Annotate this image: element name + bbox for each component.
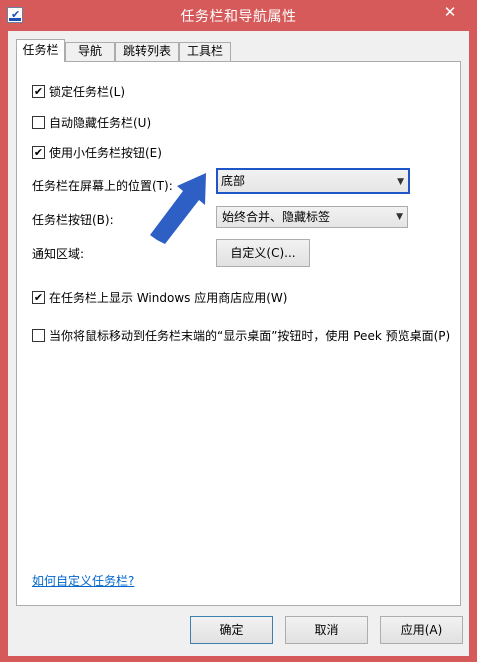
annotation-arrow [150, 173, 206, 244]
dialog-window: ✔ 任务栏和导航属性 ✕ 任务栏 导航 跳转列表 工具栏 ✔ 锁定任务栏(L) … [0, 0, 477, 662]
tab-taskbar[interactable]: 任务栏 [16, 39, 65, 62]
